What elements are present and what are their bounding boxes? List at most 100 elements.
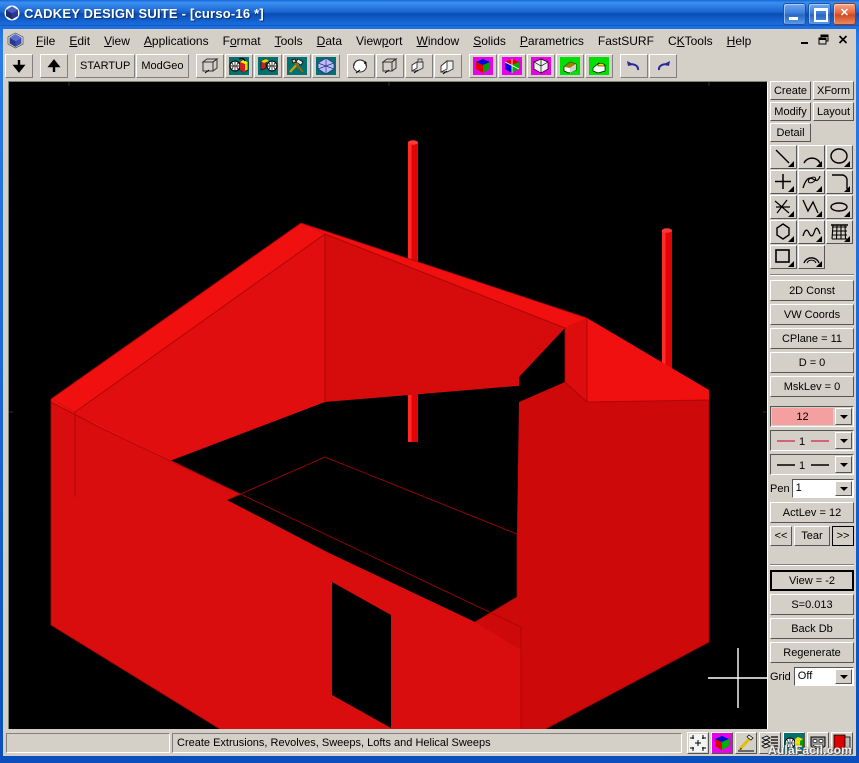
- model-canvas[interactable]: [9, 82, 767, 752]
- menu-format[interactable]: Format: [216, 31, 268, 51]
- mdi-restore-button[interactable]: [815, 32, 833, 49]
- view-button[interactable]: View = -2: [770, 570, 854, 591]
- menu-help[interactable]: Help: [720, 31, 759, 51]
- rotate-view-button[interactable]: [347, 54, 375, 78]
- curve-icon[interactable]: [798, 220, 825, 244]
- boolean-add-button[interactable]: [469, 54, 497, 78]
- grid-dropdown-arrow[interactable]: [835, 669, 852, 684]
- polygon-icon[interactable]: [770, 220, 797, 244]
- tear-prev-button[interactable]: <<: [770, 526, 792, 546]
- red-panel-icon[interactable]: [831, 732, 853, 754]
- rgb-cube-icon[interactable]: [711, 732, 733, 754]
- graphics-viewport[interactable]: [8, 81, 768, 753]
- snap-grid-icon[interactable]: [687, 732, 709, 754]
- grid-selector[interactable]: Grid Off: [770, 666, 854, 687]
- menu-applications[interactable]: Applications: [137, 31, 216, 51]
- actlev-button[interactable]: ActLev = 12: [770, 502, 854, 523]
- layers-icon[interactable]: [759, 732, 781, 754]
- msklev-button[interactable]: MskLev = 0: [770, 376, 854, 397]
- startup-button[interactable]: STARTUP: [75, 54, 135, 78]
- detail-button[interactable]: Detail: [770, 123, 811, 142]
- sweep-button[interactable]: [434, 54, 462, 78]
- 2d-const-button[interactable]: 2D Const: [770, 280, 854, 301]
- pen-label: Pen: [770, 483, 790, 495]
- vw-coords-button[interactable]: VW Coords: [770, 304, 854, 325]
- linetype-dropdown-arrow[interactable]: [835, 432, 852, 449]
- mesh-icon[interactable]: [826, 220, 853, 244]
- boolean-subtract-button[interactable]: [498, 54, 526, 78]
- menu-data[interactable]: Data: [310, 31, 349, 51]
- solid-create-button[interactable]: [225, 54, 253, 78]
- layout-button[interactable]: Layout: [813, 102, 854, 121]
- extrude-button[interactable]: [405, 54, 433, 78]
- modify-button[interactable]: Modify: [770, 102, 811, 121]
- boolean-intersect-button[interactable]: [527, 54, 555, 78]
- mask-face-icon[interactable]: [807, 732, 829, 754]
- svg-text:1: 1: [799, 436, 805, 448]
- maximize-button[interactable]: [808, 3, 831, 25]
- back-db-button[interactable]: Back Db: [770, 618, 854, 639]
- color-dropdown-arrow[interactable]: [835, 408, 852, 425]
- menu-fastsurf[interactable]: FastSURF: [591, 31, 661, 51]
- point-icon[interactable]: [770, 170, 797, 194]
- redo-button[interactable]: [649, 54, 677, 78]
- wireframe-view-button[interactable]: [196, 54, 224, 78]
- undo-button[interactable]: [620, 54, 648, 78]
- main-toolbar: STARTUP ModGeo: [3, 52, 856, 80]
- xform-button[interactable]: XForm: [813, 81, 854, 100]
- client-area: File Edit View Applications Format Tools…: [3, 29, 856, 756]
- tear-next-button[interactable]: >>: [832, 526, 854, 546]
- render-button[interactable]: [585, 54, 613, 78]
- surface-button[interactable]: [312, 54, 340, 78]
- arc-3point-icon[interactable]: [798, 245, 825, 269]
- tear-button[interactable]: Tear: [794, 526, 830, 546]
- solid-tools-button[interactable]: [283, 54, 311, 78]
- fillet-icon[interactable]: [826, 170, 853, 194]
- menu-viewport[interactable]: Viewport: [349, 31, 410, 51]
- mdi-minimize-button[interactable]: [796, 32, 814, 49]
- grid-combobox[interactable]: Off: [794, 667, 854, 686]
- geometry-tool-grid: [770, 145, 856, 269]
- cplane-button[interactable]: CPlane = 11: [770, 328, 854, 349]
- line-icon[interactable]: [770, 145, 797, 169]
- shade-button[interactable]: [556, 54, 584, 78]
- menu-view[interactable]: View: [97, 31, 137, 51]
- polyline-icon[interactable]: [798, 195, 825, 219]
- minimize-button[interactable]: [783, 3, 806, 25]
- spline-icon[interactable]: [798, 170, 825, 194]
- create-button[interactable]: Create: [770, 81, 811, 100]
- trim-icon[interactable]: [770, 195, 797, 219]
- mdi-close-button[interactable]: [834, 32, 852, 49]
- scale-button[interactable]: S=0.013: [770, 594, 854, 615]
- pen-combobox[interactable]: 1: [792, 479, 854, 498]
- pen-dropdown-arrow[interactable]: [835, 481, 852, 496]
- linetype-selector[interactable]: 1: [770, 430, 854, 451]
- menu-window[interactable]: Window: [410, 31, 467, 51]
- depth-button[interactable]: D = 0: [770, 352, 854, 373]
- regenerate-button[interactable]: Regenerate: [770, 642, 854, 663]
- menu-solids[interactable]: Solids: [466, 31, 513, 51]
- globe-cube-icon[interactable]: [783, 732, 805, 754]
- pencil-icon[interactable]: [735, 732, 757, 754]
- menu-parametrics[interactable]: Parametrics: [513, 31, 591, 51]
- document-cube-icon[interactable]: [7, 32, 24, 49]
- color-selector[interactable]: 12: [770, 406, 854, 427]
- menu-file[interactable]: File: [29, 31, 62, 51]
- circle-icon[interactable]: [826, 145, 853, 169]
- level-up-button[interactable]: [40, 54, 68, 78]
- close-button[interactable]: ✕: [833, 3, 856, 25]
- linewidth-dropdown-arrow[interactable]: [835, 456, 852, 473]
- arc-icon[interactable]: [798, 145, 825, 169]
- model-drawing: [9, 82, 767, 752]
- modgeo-button[interactable]: ModGeo: [136, 54, 188, 78]
- menu-tools[interactable]: Tools: [268, 31, 310, 51]
- rectangle-icon[interactable]: [770, 245, 797, 269]
- ellipse-icon[interactable]: [826, 195, 853, 219]
- level-down-button[interactable]: [5, 54, 33, 78]
- pen-selector[interactable]: Pen 1: [770, 478, 854, 499]
- solid-modify-button[interactable]: [254, 54, 282, 78]
- menu-cktools[interactable]: CKTools: [661, 31, 720, 51]
- linewidth-selector[interactable]: 1: [770, 454, 854, 475]
- menu-edit[interactable]: Edit: [62, 31, 97, 51]
- box-view-button[interactable]: [376, 54, 404, 78]
